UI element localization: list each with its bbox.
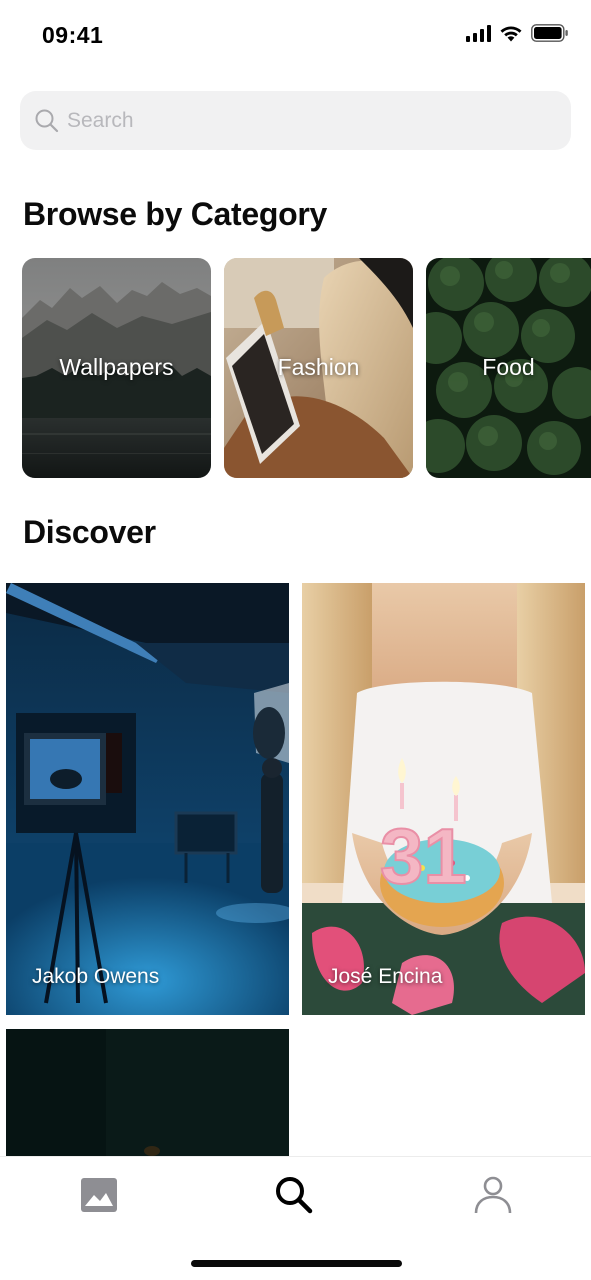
category-label: Fashion	[277, 354, 360, 380]
search-bar[interactable]	[20, 91, 571, 150]
discover-heading: Discover	[23, 514, 156, 550]
tab-profile[interactable]	[473, 1175, 513, 1215]
cellular-signal-icon	[466, 24, 491, 42]
discover-photo-donut[interactable]: 31 José Encina	[302, 583, 585, 1015]
photo-credit: Jakob Owens	[32, 965, 160, 988]
category-carousel[interactable]: Wallpapers Fashion Food	[22, 258, 591, 478]
category-label: Food	[482, 354, 535, 380]
category-label: Wallpapers	[59, 354, 174, 380]
status-icons	[466, 24, 569, 42]
tab-gallery[interactable]	[79, 1175, 119, 1215]
home-indicator	[191, 1260, 402, 1267]
status-time: 09:41	[42, 22, 104, 48]
person-icon	[474, 1176, 512, 1214]
search-input[interactable]	[67, 108, 547, 133]
tab-search[interactable]	[274, 1175, 314, 1215]
photo-credit: José Encina	[328, 965, 443, 988]
category-card-food[interactable]: Food	[426, 258, 591, 478]
donut-photo: 31	[302, 583, 585, 1015]
status-bar: 09:41	[0, 0, 591, 70]
screen: 09:41 Browse by Category	[0, 0, 591, 1280]
dark-photo	[6, 1029, 289, 1156]
battery-icon	[531, 24, 568, 42]
category-card-fashion[interactable]: Fashion	[224, 258, 413, 478]
studio-photo	[6, 583, 289, 1015]
image-icon	[81, 1178, 117, 1212]
browse-category-heading: Browse by Category	[23, 196, 328, 232]
svg-text:31: 31	[380, 812, 467, 900]
wifi-icon	[500, 26, 522, 42]
search-icon	[276, 1177, 313, 1214]
discover-photo-studio[interactable]: Jakob Owens	[6, 583, 289, 1015]
discover-photo-dark[interactable]	[6, 1029, 289, 1156]
category-card-wallpapers[interactable]: Wallpapers	[22, 258, 211, 478]
search-icon	[35, 109, 59, 133]
